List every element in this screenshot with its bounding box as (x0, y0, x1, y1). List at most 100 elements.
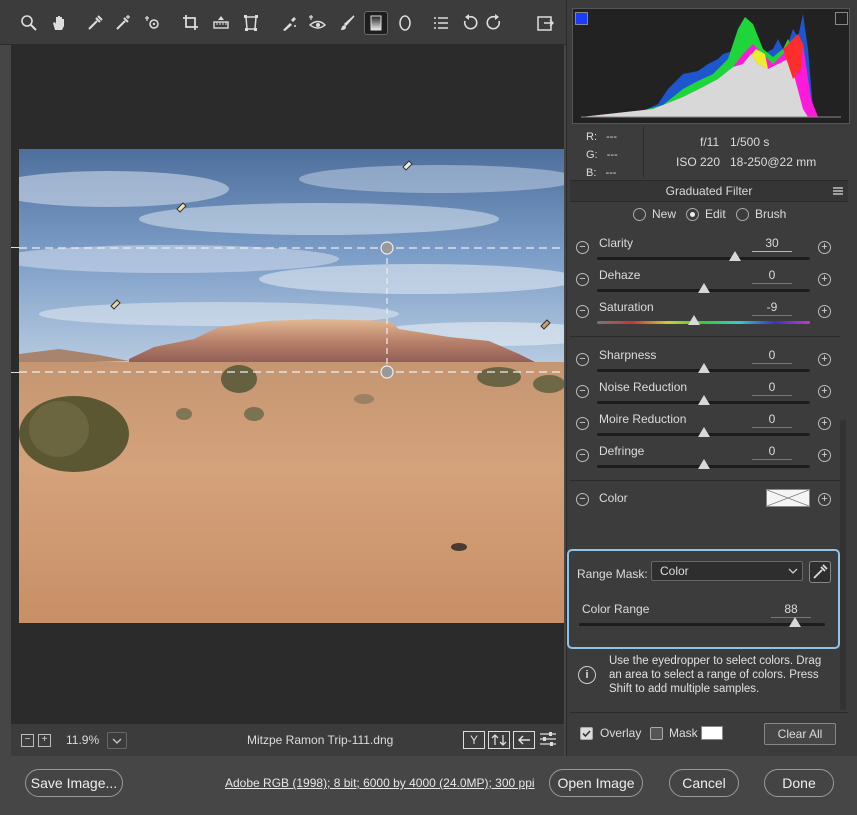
transform-icon[interactable] (240, 12, 262, 34)
white-balance-icon[interactable] (84, 12, 106, 34)
overlay-checkbox[interactable] (580, 727, 593, 740)
spot-removal-icon[interactable] (278, 12, 300, 34)
color-range-label: Color Range (582, 602, 650, 616)
highlight-clipping-icon[interactable] (835, 12, 848, 25)
straighten-icon[interactable] (210, 12, 232, 34)
save-image-button[interactable]: Save Image... (25, 769, 123, 797)
color-sampler-icon[interactable] (112, 12, 134, 34)
range-mask-eyedropper-icon[interactable] (809, 561, 831, 583)
defringe-increase-icon[interactable]: + (818, 449, 831, 462)
info-box: i Use the eyedropper to select colors. D… (570, 650, 848, 706)
panel-scrollbar[interactable] (840, 420, 846, 710)
color-swatch[interactable] (766, 489, 810, 507)
adjustment-brush-icon[interactable] (336, 12, 358, 34)
rotate-right-icon[interactable] (484, 12, 506, 34)
moire-reduction-decrease-icon[interactable]: − (576, 417, 589, 430)
graduated-filter-icon[interactable] (364, 11, 388, 35)
section-divider (570, 480, 840, 481)
shutter-speed: 1/500 s (730, 135, 770, 149)
panel-header: Graduated Filter (570, 180, 848, 202)
swap-before-after-icon[interactable] (488, 731, 510, 749)
sharpness-increase-icon[interactable]: + (818, 353, 831, 366)
overlay-label: Overlay (600, 726, 642, 740)
noise-reduction-increase-icon[interactable]: + (818, 385, 831, 398)
moire-reduction-slider-thumb[interactable] (697, 427, 710, 437)
color-range-slider-track[interactable] (579, 623, 825, 626)
section-divider (570, 336, 840, 337)
targeted-adjustment-icon[interactable] (142, 12, 164, 34)
mode-label-new: New (652, 207, 677, 221)
clear-all-button[interactable]: Clear All (764, 723, 836, 745)
workflow-options-link[interactable]: Adobe RGB (1998); 8 bit; 6000 by 4000 (2… (225, 776, 535, 790)
open-image-button[interactable]: Open Image (549, 769, 643, 797)
mask-checkbox[interactable] (650, 727, 663, 740)
iso: ISO 220 (676, 155, 721, 169)
panel-menu-icon[interactable] (832, 186, 844, 196)
rotate-left-icon[interactable] (458, 12, 480, 34)
mode-radio-brush[interactable] (736, 208, 749, 221)
done-button[interactable]: Done (764, 769, 834, 797)
shadow-clipping-icon[interactable] (575, 12, 588, 25)
toggle-settings-icon[interactable] (538, 731, 558, 747)
histogram (572, 8, 850, 124)
sharpness-decrease-icon[interactable]: − (576, 353, 589, 366)
zoom-icon[interactable] (18, 12, 40, 34)
clarity-slider-track[interactable] (597, 257, 810, 260)
saturation-value[interactable]: -9 (752, 300, 792, 316)
noise-reduction-decrease-icon[interactable]: − (576, 385, 589, 398)
defringe-decrease-icon[interactable]: − (576, 449, 589, 462)
before-after-y-icon[interactable]: Y (463, 731, 485, 749)
clarity-decrease-icon[interactable]: − (576, 241, 589, 254)
noise-reduction-slider-thumb[interactable] (697, 395, 710, 405)
dehaze-increase-icon[interactable]: + (818, 273, 831, 286)
mode-radio-edit[interactable] (686, 208, 699, 221)
clarity-slider-thumb[interactable] (729, 251, 742, 261)
zoom-out-button[interactable]: − (21, 734, 34, 747)
dehaze-label: Dehaze (599, 268, 641, 282)
cancel-button[interactable]: Cancel (669, 769, 739, 797)
zoom-dropdown[interactable] (107, 732, 127, 749)
info-icon: i (578, 666, 596, 684)
dehaze-slider-thumb[interactable] (697, 283, 710, 293)
mask-color-swatch[interactable] (701, 726, 723, 740)
color-range-value[interactable]: 88 (771, 602, 811, 618)
photo-preview[interactable] (19, 149, 564, 623)
range-mask-dropdown[interactable]: Color (651, 561, 803, 581)
hand-icon[interactable] (48, 12, 70, 34)
saturation-decrease-icon[interactable]: − (576, 305, 589, 318)
sharpness-slider-thumb[interactable] (697, 363, 710, 373)
checkmark-icon (582, 730, 591, 738)
red-eye-icon[interactable] (306, 12, 328, 34)
copy-settings-icon[interactable] (513, 731, 535, 749)
readout-divider (643, 126, 644, 178)
clarity-value[interactable]: 30 (752, 236, 792, 252)
chevron-down-icon (112, 738, 122, 744)
moire-reduction-increase-icon[interactable]: + (818, 417, 831, 430)
defringe-slider-thumb[interactable] (697, 459, 710, 469)
crop-icon[interactable] (180, 12, 202, 34)
color-range-slider-thumb[interactable] (789, 617, 802, 627)
saturation-slider-thumb[interactable] (687, 315, 700, 325)
mode-radio-new[interactable] (633, 208, 646, 221)
zoom-in-button[interactable]: + (38, 734, 51, 747)
saturation-slider-track[interactable] (597, 321, 810, 324)
sharpness-label: Sharpness (599, 348, 657, 362)
clarity-increase-icon[interactable]: + (818, 241, 831, 254)
fullscreen-icon[interactable] (534, 12, 556, 34)
mode-label-edit: Edit (705, 207, 726, 221)
saturation-increase-icon[interactable]: + (818, 305, 831, 318)
sharpness-value[interactable]: 0 (752, 348, 792, 364)
file-name: Mitzpe Ramon Trip-111.dng (247, 733, 394, 747)
aperture: f/11 (700, 135, 720, 149)
preferences-icon[interactable] (430, 12, 452, 34)
mask-label: Mask (669, 726, 698, 740)
chevron-down-icon (788, 568, 798, 574)
color-increase-icon[interactable]: + (818, 493, 831, 506)
noise-reduction-value[interactable]: 0 (752, 380, 792, 396)
radial-filter-icon[interactable] (394, 12, 416, 34)
color-decrease-icon[interactable]: − (576, 493, 589, 506)
dehaze-decrease-icon[interactable]: − (576, 273, 589, 286)
moire-reduction-value[interactable]: 0 (752, 412, 792, 428)
dehaze-value[interactable]: 0 (752, 268, 792, 284)
defringe-value[interactable]: 0 (752, 444, 792, 460)
